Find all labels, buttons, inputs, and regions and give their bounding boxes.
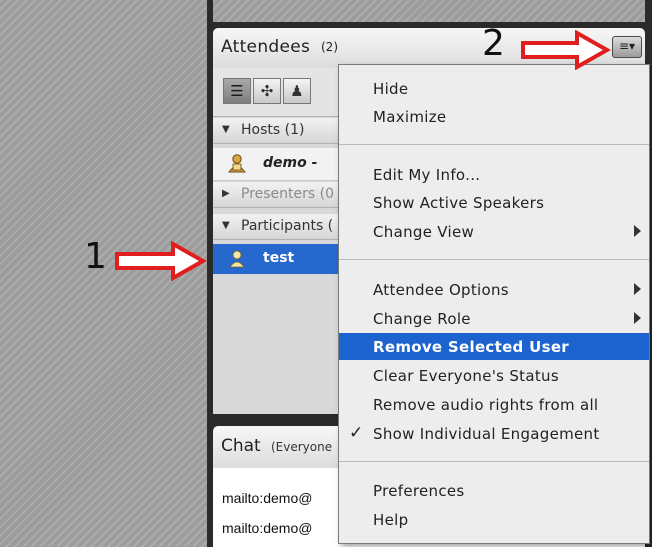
expand-triangle-icon: ▼ xyxy=(222,220,230,231)
menu-separator xyxy=(339,144,649,145)
submenu-arrow-icon xyxy=(634,225,641,237)
attendees-pod-title: Attendees xyxy=(221,37,311,57)
participants-group-label: Participants ( xyxy=(241,218,334,234)
menu-item-show-active-speakers[interactable]: Show Active Speakers xyxy=(339,189,649,216)
attendee-count: (2) xyxy=(321,40,338,54)
menu-item-hide[interactable]: Hide xyxy=(339,75,649,102)
host-name: demo - xyxy=(263,155,318,171)
participant-user-icon xyxy=(229,250,245,268)
annotation-arrow-1 xyxy=(115,241,207,281)
menu-item-clear-everyones-status[interactable]: Clear Everyone's Status xyxy=(339,362,649,389)
annotation-number-1: 1 xyxy=(84,236,107,277)
chat-recipient-label: (Everyone xyxy=(271,440,333,454)
upper-pod-area xyxy=(213,0,645,22)
menu-item-maximize[interactable]: Maximize xyxy=(339,103,649,130)
menu-separator xyxy=(339,461,649,462)
menu-item-preferences[interactable]: Preferences xyxy=(339,477,649,504)
annotation-number-2: 2 xyxy=(482,23,505,64)
menu-item-label: Remove Selected User xyxy=(373,338,569,356)
menu-item-label: Show Active Speakers xyxy=(373,194,545,212)
menu-item-label: Preferences xyxy=(373,482,465,500)
host-user-icon xyxy=(228,154,246,173)
menu-item-attendee-options[interactable]: Attendee Options xyxy=(339,276,649,303)
menu-separator xyxy=(339,259,649,260)
pod-options-menu: Hide Maximize Edit My Info... Show Activ… xyxy=(338,64,650,544)
pod-options-button[interactable]: ≡▾ xyxy=(612,36,642,58)
fullscreen-view-icon[interactable]: ✣ xyxy=(253,78,281,104)
menu-item-label: Attendee Options xyxy=(373,281,509,299)
menu-item-change-role[interactable]: Change Role xyxy=(339,305,649,332)
participant-name: test xyxy=(263,250,295,266)
presenters-group-label: Presenters (0 xyxy=(241,186,335,202)
menu-item-label: Change View xyxy=(373,223,475,241)
chat-pod-title: Chat xyxy=(221,436,261,456)
menu-item-edit-my-info[interactable]: Edit My Info... xyxy=(339,161,649,188)
menu-item-label: Hide xyxy=(373,80,409,98)
menu-item-label: Remove audio rights from all xyxy=(373,396,599,414)
menu-item-change-view[interactable]: Change View xyxy=(339,218,649,245)
menu-item-label: Edit My Info... xyxy=(373,166,481,184)
list-view-icon[interactable]: ☰ xyxy=(223,78,251,104)
menu-item-remove-selected-user[interactable]: Remove Selected User xyxy=(339,333,649,360)
menu-item-label: Show Individual Engagement xyxy=(373,425,600,443)
collapsed-triangle-icon: ▶ xyxy=(222,188,230,199)
menu-item-label: Maximize xyxy=(373,108,447,126)
expand-triangle-icon: ▼ xyxy=(222,124,230,135)
chat-message[interactable]: mailto:demo@ xyxy=(222,520,312,536)
checkmark-icon: ✓ xyxy=(349,423,364,443)
hosts-group-label: Hosts (1) xyxy=(241,122,305,138)
menu-item-help[interactable]: Help xyxy=(339,506,649,533)
chat-message[interactable]: mailto:demo@ xyxy=(222,490,312,506)
attendee-status-view-icon[interactable]: ♟ xyxy=(283,78,311,104)
submenu-arrow-icon xyxy=(634,312,641,324)
annotation-arrow-2 xyxy=(521,30,611,70)
menu-item-label: Change Role xyxy=(373,310,471,328)
menu-item-label: Help xyxy=(373,511,409,529)
submenu-arrow-icon xyxy=(634,283,641,295)
menu-item-remove-audio-rights[interactable]: Remove audio rights from all xyxy=(339,391,649,418)
menu-item-show-individual-engagement[interactable]: ✓ Show Individual Engagement xyxy=(339,420,649,447)
menu-item-label: Clear Everyone's Status xyxy=(373,367,559,385)
